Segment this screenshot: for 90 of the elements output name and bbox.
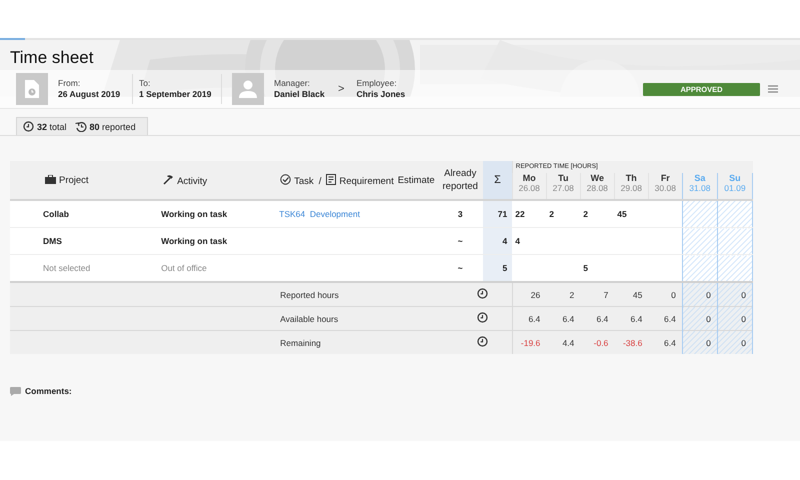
reported-count: 80 reported — [90, 122, 136, 132]
summary-value: -0.6 — [594, 338, 608, 348]
field-label: From: — [58, 78, 82, 89]
column-header[interactable]: Task — [294, 176, 314, 186]
summary-value: 0 — [741, 338, 746, 348]
activity-cell[interactable]: Working on task — [161, 236, 228, 246]
hours-cell[interactable]: 5 — [583, 263, 588, 273]
summary-value: 6.4 — [664, 338, 676, 348]
summary-value: 0 — [671, 290, 676, 300]
clock-icon — [23, 121, 34, 132]
field-label: Employee: — [356, 78, 398, 89]
history-icon — [74, 121, 87, 132]
day-name: Fr — [660, 173, 671, 183]
field-value: 26 August 2019 — [58, 89, 122, 100]
summary-value: 4.4 — [562, 338, 574, 348]
summary-label: Available hours — [280, 314, 338, 324]
summary-value: 26 — [530, 290, 540, 300]
project-cell[interactable]: DMS — [43, 236, 62, 246]
summary-value: 7 — [604, 290, 608, 300]
document-clock-icon — [25, 80, 39, 98]
day-date: 29.08 — [620, 183, 643, 193]
field-value: 1 September 2019 — [139, 89, 212, 100]
column-header[interactable]: Activity — [177, 176, 208, 186]
sum-cell: 4 — [502, 236, 508, 246]
day-date: 26.08 — [518, 183, 541, 193]
day-name: Mo — [522, 173, 537, 183]
summary-value: 0 — [706, 338, 711, 348]
briefcase-icon — [45, 174, 56, 184]
day-date: 31.08 — [688, 183, 712, 193]
field-label: Manager: — [274, 78, 311, 89]
day-name: Sa — [693, 173, 706, 183]
summary-value: 0 — [706, 290, 711, 300]
activity-cell[interactable]: Out of office — [161, 263, 207, 273]
clock-icon — [477, 312, 488, 323]
header-separator: / — [318, 176, 322, 186]
summary-value: 6.4 — [596, 314, 608, 324]
stats-tab[interactable]: 32 total 80 reported — [16, 117, 148, 135]
field-value: Chris Jones — [356, 89, 406, 100]
hours-cell[interactable]: 45 — [617, 209, 627, 219]
column-header[interactable]: Project — [59, 174, 89, 186]
project-cell[interactable]: Collab — [43, 209, 69, 219]
summary-value: 6.4 — [562, 314, 574, 324]
summary-label: Reported hours — [280, 290, 339, 300]
reported-cell: 3 — [458, 209, 463, 219]
page-title: Time sheet — [10, 48, 94, 69]
clock-icon — [477, 336, 488, 347]
day-date: 28.08 — [586, 183, 609, 193]
hours-cell[interactable]: 2 — [549, 209, 554, 219]
hours-cell[interactable]: 4 — [515, 236, 520, 246]
field-value: Daniel Black — [274, 89, 326, 100]
check-circle-icon — [280, 174, 292, 184]
comment-icon — [10, 386, 21, 396]
summary-value: 45 — [632, 290, 642, 300]
summary-value: 0 — [741, 314, 746, 324]
sum-cell: 5 — [502, 263, 508, 273]
task-link[interactable]: TSK64 Development — [279, 209, 360, 219]
day-date: 01.09 — [723, 183, 747, 193]
document-icon — [326, 174, 336, 184]
summary-value: 6.4 — [664, 314, 676, 324]
day-name: We — [590, 173, 605, 183]
clock-icon — [477, 288, 488, 299]
chevron: > — [338, 83, 344, 95]
hours-cell[interactable]: 2 — [583, 209, 588, 219]
day-name: Tu — [557, 173, 570, 183]
total-count: 32 total — [37, 122, 67, 132]
day-date: 27.08 — [552, 183, 575, 193]
column-header[interactable]: Σ — [494, 174, 501, 186]
day-date: 30.08 — [654, 183, 677, 193]
summary-value: -38.6 — [622, 338, 642, 348]
comments-label: Comments: — [25, 386, 72, 396]
day-name: Su — [728, 173, 742, 183]
reported-cell: ~ — [458, 236, 463, 246]
sum-cell: 71 — [498, 209, 508, 219]
hammer-icon — [163, 174, 174, 184]
summary-label: Remaining — [280, 338, 321, 348]
field-label: To: — [139, 78, 152, 89]
summary-value: 0 — [741, 290, 746, 300]
day-name: Th — [624, 173, 638, 183]
column-header[interactable]: Requirement — [339, 176, 394, 186]
summary-value: 6.4 — [630, 314, 642, 324]
summary-value: 2 — [570, 290, 574, 300]
activity-cell[interactable]: Working on task — [161, 209, 228, 219]
project-cell[interactable]: Not selected — [43, 263, 90, 273]
reported-cell: ~ — [458, 263, 463, 273]
summary-value: 0 — [706, 314, 711, 324]
summary-value: 6.4 — [528, 314, 540, 324]
menu-icon — [768, 85, 778, 93]
person-icon — [239, 80, 257, 98]
summary-value: -19.6 — [520, 338, 540, 348]
hours-cell[interactable]: 22 — [515, 209, 525, 219]
